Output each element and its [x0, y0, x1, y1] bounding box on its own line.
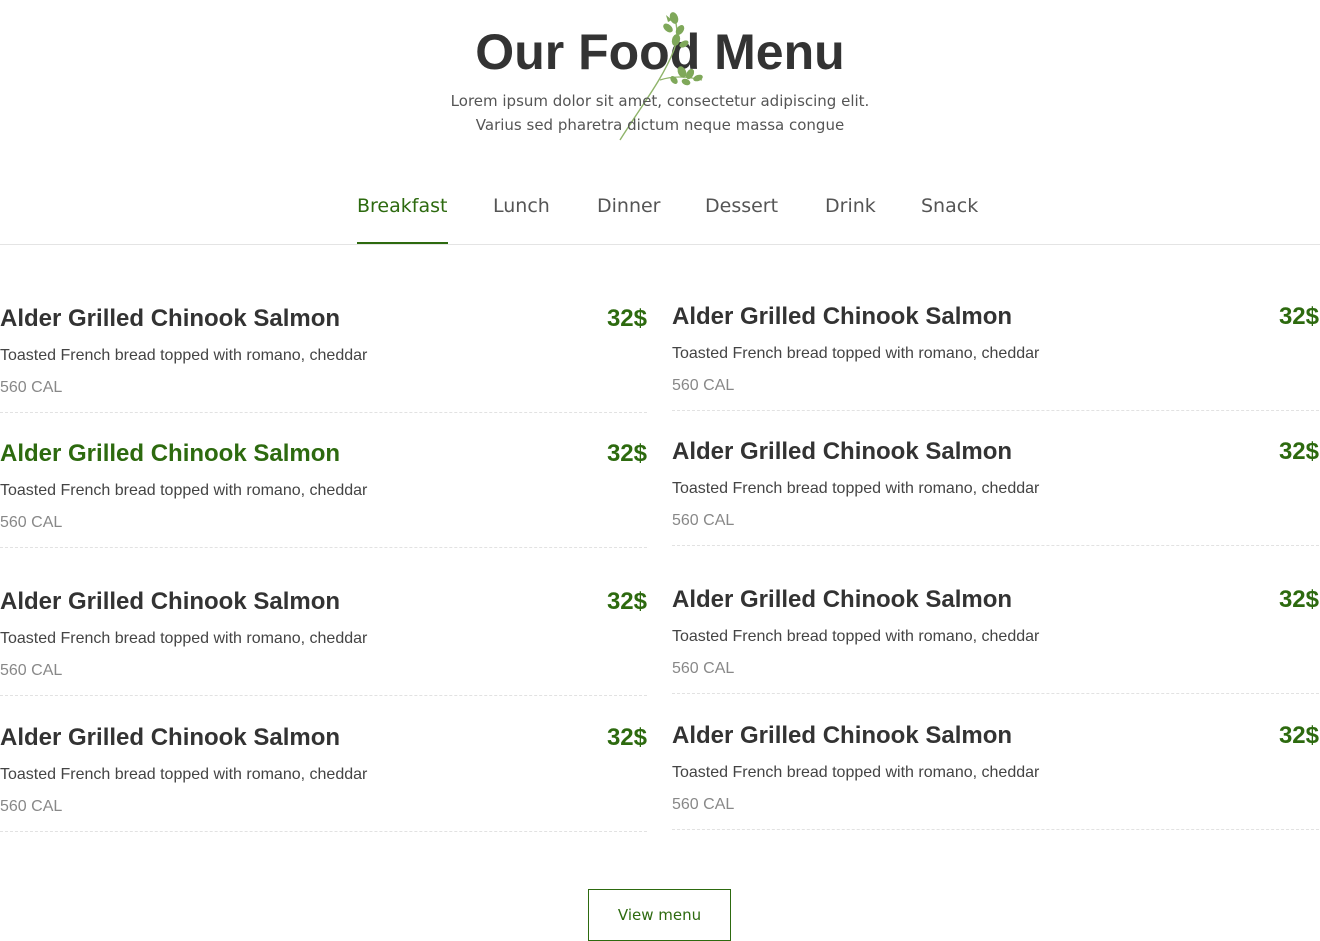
menu-item[interactable]: Alder Grilled Chinook Salmon 32$ Toasted… — [672, 721, 1319, 830]
tab-lunch[interactable]: Lunch — [493, 188, 550, 243]
menu-item-price: 32$ — [1278, 303, 1319, 330]
menu-item-price: 32$ — [606, 724, 647, 751]
menu-item-price: 32$ — [1278, 438, 1319, 465]
menu-item[interactable]: Alder Grilled Chinook Salmon 32$ Toasted… — [672, 302, 1319, 411]
tab-drink[interactable]: Drink — [825, 188, 876, 243]
menu-item-price: 32$ — [1278, 722, 1319, 749]
menu-item-name: Alder Grilled Chinook Salmon — [0, 724, 341, 751]
menu-item-description: Toasted French bread topped with romano,… — [672, 480, 1040, 497]
menu-item-calories: 560 CAL — [0, 798, 63, 815]
menu-item-calories: 560 CAL — [0, 662, 63, 679]
menu-item[interactable]: Alder Grilled Chinook Salmon 32$ Toasted… — [0, 723, 647, 832]
tab-snack[interactable]: Snack — [921, 188, 978, 243]
menu-item[interactable]: Alder Grilled Chinook Salmon 32$ Toasted… — [672, 437, 1319, 546]
menu-item-description: Toasted French bread topped with romano,… — [0, 347, 368, 364]
menu-item-calories: 560 CAL — [672, 796, 735, 813]
subtitle-line-2: Varius sed pharetra dictum neque massa c… — [475, 116, 845, 134]
menu-item-description: Toasted French bread topped with romano,… — [672, 345, 1040, 362]
menu-item-price: 32$ — [1278, 586, 1319, 613]
menu-item-description: Toasted French bread topped with romano,… — [0, 630, 368, 647]
menu-item-price: 32$ — [606, 588, 647, 615]
tab-breakfast[interactable]: Breakfast — [357, 188, 448, 244]
menu-category-tabs: Breakfast Lunch Dinner Dessert Drink Sna… — [0, 188, 1320, 245]
menu-item[interactable]: Alder Grilled Chinook Salmon 32$ Toasted… — [0, 304, 647, 413]
menu-item-name: Alder Grilled Chinook Salmon — [0, 588, 341, 615]
menu-item-description: Toasted French bread topped with romano,… — [0, 766, 368, 783]
tab-dessert[interactable]: Dessert — [705, 188, 778, 243]
menu-item[interactable]: Alder Grilled Chinook Salmon 32$ Toasted… — [0, 587, 647, 696]
menu-item[interactable]: Alder Grilled Chinook Salmon 32$ Toasted… — [0, 439, 647, 548]
menu-item-calories: 560 CAL — [0, 514, 63, 531]
view-menu-button[interactable]: View menu — [588, 889, 731, 941]
menu-item-name: Alder Grilled Chinook Salmon — [672, 586, 1013, 613]
menu-item-calories: 560 CAL — [672, 377, 735, 394]
tab-dinner[interactable]: Dinner — [597, 188, 661, 243]
menu-item-calories: 560 CAL — [672, 512, 735, 529]
menu-item-price: 32$ — [606, 440, 647, 467]
menu-item-price: 32$ — [606, 305, 647, 332]
menu-item-name: Alder Grilled Chinook Salmon — [672, 303, 1013, 330]
subtitle-line-1: Lorem ipsum dolor sit amet, consectetur … — [450, 92, 870, 110]
menu-item-name: Alder Grilled Chinook Salmon — [672, 438, 1013, 465]
menu-item-description: Toasted French bread topped with romano,… — [672, 764, 1040, 781]
menu-item-name: Alder Grilled Chinook Salmon — [672, 722, 1013, 749]
menu-item-name: Alder Grilled Chinook Salmon — [0, 305, 341, 332]
menu-item-name: Alder Grilled Chinook Salmon — [0, 440, 341, 467]
menu-item-description: Toasted French bread topped with romano,… — [672, 628, 1040, 645]
menu-item-calories: 560 CAL — [672, 660, 735, 677]
menu-item-description: Toasted French bread topped with romano,… — [0, 482, 368, 499]
page-subtitle: Lorem ipsum dolor sit amet, consectetur … — [0, 89, 1320, 137]
menu-item[interactable]: Alder Grilled Chinook Salmon 32$ Toasted… — [672, 585, 1319, 694]
menu-item-calories: 560 CAL — [0, 379, 63, 396]
